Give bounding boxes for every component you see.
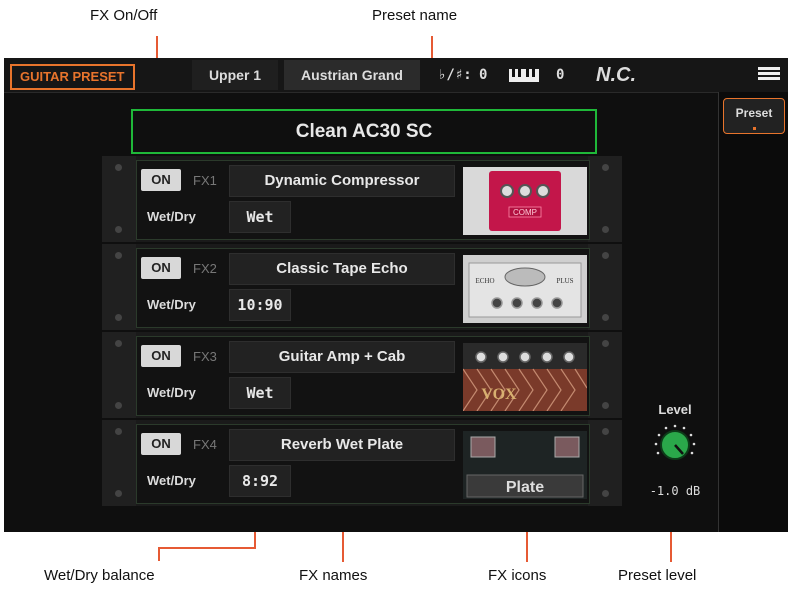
tab-preset[interactable]: Preset (723, 98, 785, 134)
fx-on-button[interactable]: ON (141, 345, 181, 367)
callout-preset-name: Preset name (372, 7, 458, 24)
callout-wet-dry: Wet/Dry balance (44, 567, 155, 584)
sound-name[interactable]: Austrian Grand (284, 60, 420, 90)
amp-cab-text: VOX (481, 386, 517, 403)
fx-on-button[interactable]: ON (141, 169, 181, 191)
top-bar: GUITAR PRESET Upper 1 Austrian Grand ♭/♯… (4, 58, 788, 93)
fx-label: FX1 (193, 173, 217, 188)
transpose-value[interactable]: 0 (479, 60, 487, 90)
callout-fx-names: FX names (299, 567, 368, 584)
fx-on-button[interactable]: ON (141, 257, 181, 279)
callout-fx-onoff: FX On/Off (90, 7, 158, 24)
menu-icon[interactable] (758, 65, 780, 83)
fx-on-button[interactable]: ON (141, 433, 181, 455)
fx-label: FX2 (193, 261, 217, 276)
side-tabs: Preset (718, 92, 788, 532)
tape-echo-text-left: ECHO (475, 277, 494, 285)
fx-label: FX4 (193, 437, 217, 452)
fx-label: FX3 (193, 349, 217, 364)
amp-cab-icon[interactable]: VOX (463, 343, 587, 411)
keyboard-icon (509, 69, 539, 82)
level-control: Level -1.0 dB (638, 402, 712, 512)
fx-name[interactable]: Dynamic Compressor (229, 165, 455, 197)
chord-display: N.C. (596, 64, 636, 86)
level-label: Level (658, 402, 692, 417)
compressor-pedal-icon[interactable]: COMP (463, 167, 587, 235)
wet-dry-value[interactable]: 8:92 (229, 465, 291, 497)
level-knob-icon[interactable] (653, 423, 697, 467)
fx-name[interactable]: Reverb Wet Plate (229, 429, 455, 461)
wet-dry-value[interactable]: Wet (229, 201, 291, 233)
plate-reverb-text: Plate (506, 479, 544, 496)
callout-line (158, 547, 256, 549)
wet-dry-value[interactable]: Wet (229, 377, 291, 409)
fx-slot-1: ON FX1 Dynamic Compressor Wet/Dry Wet CO… (102, 156, 622, 242)
tape-echo-icon[interactable]: ECHO PLUS (463, 255, 587, 323)
level-value: -1.0 dB (649, 484, 701, 498)
wet-dry-value[interactable]: 10:90 (229, 289, 291, 321)
wet-dry-label: Wet/Dry (147, 385, 196, 400)
callout-line (158, 547, 160, 561)
mode-badge[interactable]: GUITAR PRESET (10, 64, 135, 90)
tab-preset-label: Preset (735, 106, 773, 120)
fx-name[interactable]: Guitar Amp + Cab (229, 341, 455, 373)
octave-value[interactable]: 0 (556, 60, 564, 90)
fx-slot-3: ON FX3 Guitar Amp + Cab Wet/Dry Wet VOX (102, 332, 622, 418)
device-screen: GUITAR PRESET Upper 1 Austrian Grand ♭/♯… (4, 58, 788, 532)
transpose-label: ♭/♯: (438, 67, 472, 83)
fx-name[interactable]: Classic Tape Echo (229, 253, 455, 285)
wet-dry-label: Wet/Dry (147, 209, 196, 224)
callout-preset-level: Preset level (618, 567, 697, 584)
compressor-pedal-text: COMP (513, 208, 537, 217)
wet-dry-label: Wet/Dry (147, 473, 196, 488)
fx-slot-4: ON FX4 Reverb Wet Plate Wet/Dry 8:92 Pla… (102, 420, 622, 506)
preset-name-field[interactable]: Clean AC30 SC (131, 109, 597, 154)
wet-dry-label: Wet/Dry (147, 297, 196, 312)
plate-reverb-icon[interactable]: Plate (463, 431, 587, 499)
callout-fx-icons: FX icons (488, 567, 547, 584)
fx-slot-2: ON FX2 Classic Tape Echo Wet/Dry 10:90 E… (102, 244, 622, 330)
part-selector[interactable]: Upper 1 (192, 60, 278, 90)
tape-echo-text-right: PLUS (556, 277, 573, 285)
